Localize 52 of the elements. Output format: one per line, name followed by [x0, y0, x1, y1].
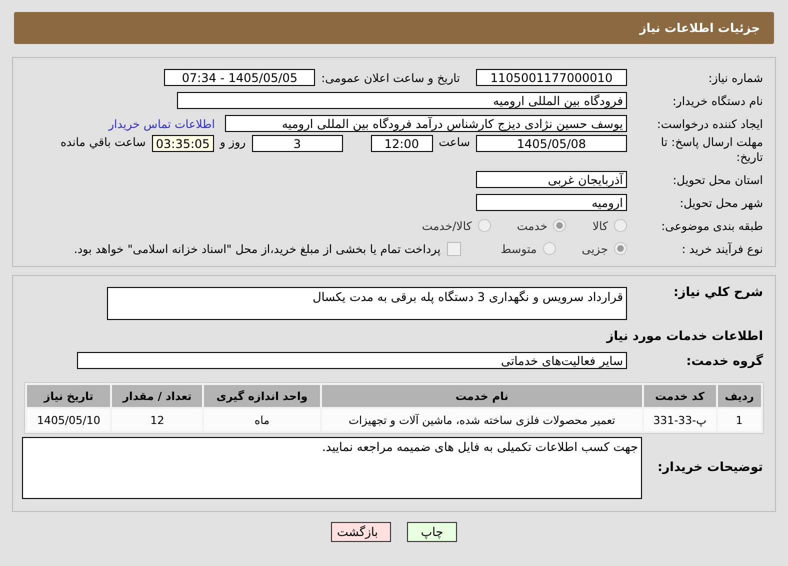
- treasury-text: پرداخت تمام یا بخشی از مبلغ خرید،از محل "اسناد خزانه اسلامی" خواهد بود.: [74, 242, 441, 256]
- field-label: شهر محل تحویل:: [678, 196, 764, 210]
- field-label: طبقه بندی موضوعی:: [660, 218, 764, 232]
- table-cell: ماه: [204, 409, 320, 431]
- field-label: گروه خدمت:: [685, 353, 764, 368]
- province-field: آذربایجان غربی: [476, 171, 627, 188]
- column-header: نام خدمت: [322, 385, 642, 407]
- table-cell: 1405/05/10: [27, 409, 110, 431]
- section-title: اطلاعات خدمات مورد نیاز: [606, 327, 764, 345]
- field-label: شماره نیاز:: [707, 70, 764, 84]
- field-label: ایجاد کننده درخواست:: [656, 116, 764, 130]
- field-label: نام دستگاه خریدار:: [671, 94, 764, 108]
- treasury-checkbox[interactable]: [446, 242, 461, 256]
- time-label: ساعت: [438, 135, 470, 149]
- action-button[interactable]: چاپ: [407, 522, 457, 542]
- field-label: استان محل تحویل:: [672, 172, 764, 186]
- process-radio[interactable]: متوسط: [500, 242, 556, 256]
- deadline-date-field: 1405/05/08: [476, 135, 627, 152]
- creator-field: یوسف حسین نژادی دیزج کارشناس درآمد فرودگاه بین المللی ارومیه: [225, 115, 627, 132]
- column-header: ردیف: [718, 385, 761, 407]
- table-cell: 1: [718, 409, 761, 431]
- page-title: جزئیات اطلاعات نیاز: [639, 21, 760, 35]
- column-header: تاریخ نیاز: [27, 385, 110, 407]
- action-button[interactable]: بازگشت: [331, 522, 391, 542]
- remaining-time-field: 03:35:05: [152, 135, 214, 152]
- field-label: مهلت ارسال پاسخ: تا تاریخ:: [660, 135, 764, 165]
- category-radio[interactable]: کالا: [592, 218, 627, 232]
- buyer-field: فرودگاه بین المللی ارومیه: [177, 92, 627, 109]
- city-field: ارومیه: [476, 194, 627, 211]
- need-number-field: 1105001177000010: [476, 69, 627, 86]
- summary-textarea[interactable]: قرارداد سرویس و نگهداری 3 دستگاه پله برقی به مدت یکسال: [107, 287, 627, 320]
- table-cell: پ-33-331: [644, 409, 716, 431]
- process-radio[interactable]: جزیی: [582, 242, 627, 256]
- service-group-field: سایر فعالیت‌های خدماتی: [77, 352, 627, 369]
- category-radio[interactable]: خدمت: [516, 218, 566, 232]
- field-label: توضیحات خریدار:: [656, 459, 764, 474]
- column-header: تعداد / مقدار: [112, 385, 202, 407]
- notes-textarea[interactable]: جهت کسب اطلاعات تکمیلی به فایل های ضمیمه مراجعه نمایید.: [22, 437, 642, 499]
- field-label: تاریخ و ساعت اعلان عمومی:: [321, 70, 460, 84]
- table-cell: 12: [112, 409, 202, 431]
- column-header: واحد اندازه گیری: [204, 385, 320, 407]
- field-label: شرح کلي نیاز:: [672, 284, 764, 299]
- buyer-contact-link[interactable]: اطلاعات تماس خریدار: [108, 116, 215, 130]
- announce-date-field: 1405/05/05 - 07:34: [164, 69, 316, 86]
- table-cell: تعمیر محصولات فلزی ساخته شده، ماشین آلات و تجهیزات: [322, 409, 642, 431]
- deadline-time-field: 12:00: [370, 135, 433, 152]
- field-label: نوع فرآیند خرید :: [680, 242, 764, 256]
- remaining-label: ساعت باقي مانده: [60, 135, 146, 149]
- column-header: کد خدمت: [644, 385, 716, 407]
- days-label: روز و: [220, 135, 246, 149]
- category-radio[interactable]: کالا/خدمت: [422, 218, 491, 232]
- days-field: 3: [252, 135, 343, 152]
